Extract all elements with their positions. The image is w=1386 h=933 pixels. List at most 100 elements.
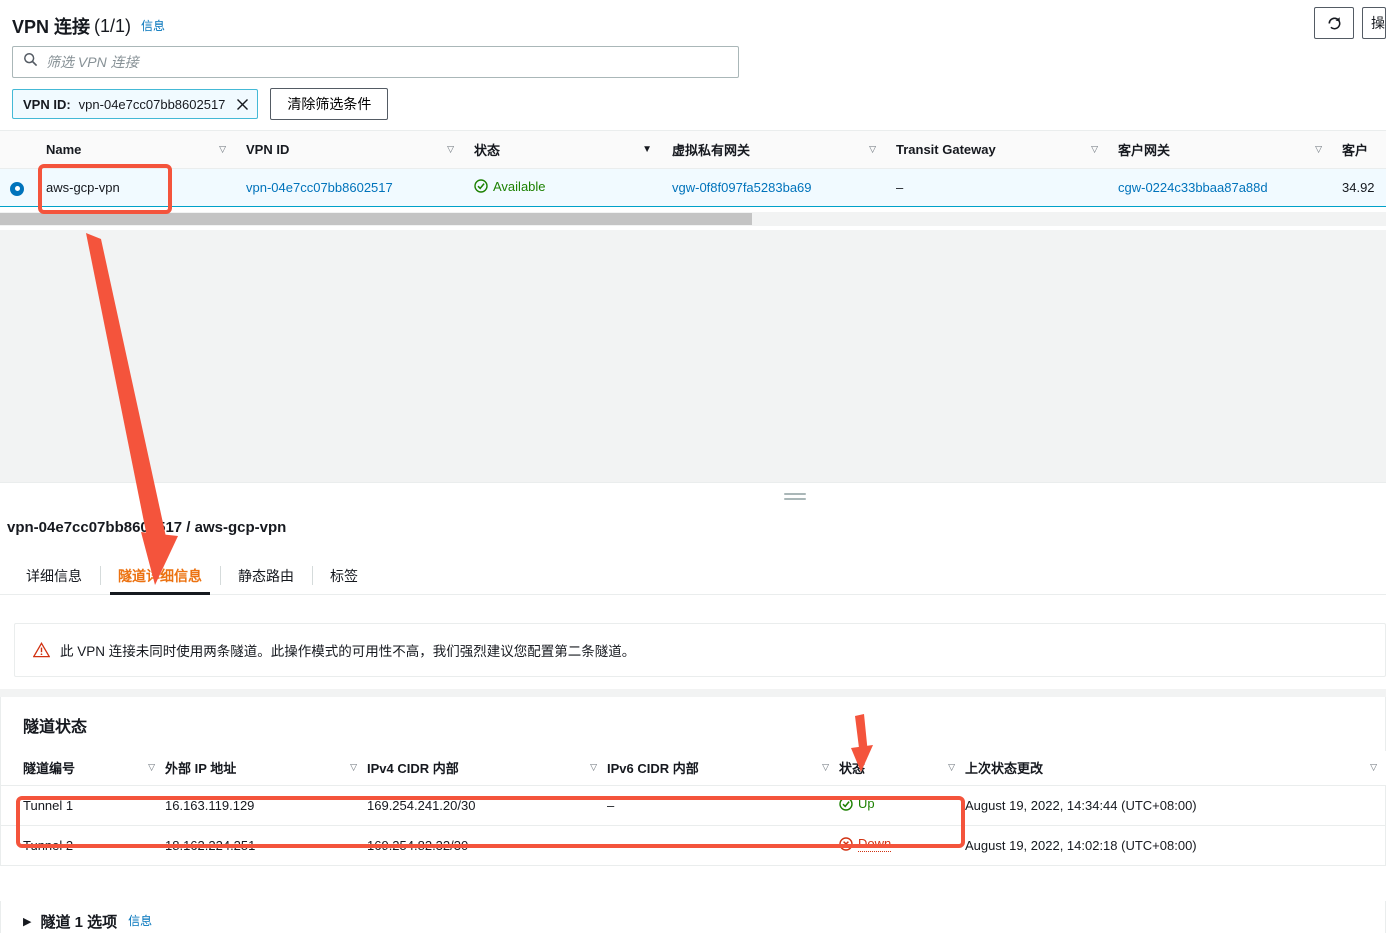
tab-static-routes[interactable]: 静态路由 xyxy=(220,557,312,594)
caret-right-icon[interactable]: ▶ xyxy=(23,915,31,928)
column-label: 虚拟私有网关 xyxy=(672,143,751,158)
search-input[interactable] xyxy=(46,47,738,77)
column-label: 隧道编号 xyxy=(23,761,76,777)
column-label: 状态 xyxy=(474,143,501,158)
sort-icon: ▽ xyxy=(350,762,357,773)
filter-token-vpn-id[interactable]: VPN ID: vpn-04e7cc07bb8602517 xyxy=(12,89,259,119)
cell-vgw: vgw-0f8f097fa5283ba69 xyxy=(662,168,886,207)
column-header-tgw[interactable]: Transit Gateway ▽ xyxy=(886,130,1108,169)
cell-ipv6-cidr: – xyxy=(607,785,839,826)
vgw-link[interactable]: vgw-0f8f097fa5283ba69 xyxy=(672,180,812,195)
status-badge-down[interactable]: Down xyxy=(839,836,892,852)
sort-icon: ▽ xyxy=(590,762,597,773)
tab-details[interactable]: 详细信息 xyxy=(8,557,100,594)
status-badge-up: Up xyxy=(839,796,875,811)
column-header-last-status-change[interactable]: 上次状态更改 ▽ xyxy=(965,751,1386,786)
sort-icon: ▽ xyxy=(219,144,226,154)
column-header-ipv6-cidr[interactable]: IPv6 CIDR 内部 ▽ xyxy=(607,751,839,786)
radio-selected-icon[interactable] xyxy=(10,181,24,196)
column-label: 状态 xyxy=(839,761,866,777)
cgw-link[interactable]: cgw-0224c33bbaa87a88d xyxy=(1118,180,1268,195)
cell-ipv4-cidr: 169.254.241.20/30 xyxy=(367,785,607,826)
sort-icon: ▽ xyxy=(447,144,454,154)
cell-last-status-change: August 19, 2022, 14:34:44 (UTC+08:00) xyxy=(965,785,1386,826)
column-header-vpn-id[interactable]: VPN ID ▽ xyxy=(236,130,464,169)
list-header: VPN 连接 (1/1) 信息 操 xyxy=(0,0,1386,40)
sort-icon: ▽ xyxy=(1370,762,1377,773)
tab-tags[interactable]: 标签 xyxy=(312,557,376,594)
tunnel-header-row: 隧道编号 ▽ 外部 IP 地址 ▽ IPv4 CIDR 内部 ▽ IPv6 CI… xyxy=(1,751,1386,786)
sort-icon: ▽ xyxy=(1315,144,1322,154)
column-header-vgw[interactable]: 虚拟私有网关 ▽ xyxy=(662,130,886,169)
cell-last-status-change: August 19, 2022, 14:02:18 (UTC+08:00) xyxy=(965,825,1386,866)
column-label: 客户 xyxy=(1342,143,1369,158)
horizontal-scrollbar[interactable] xyxy=(0,212,1386,226)
alert-text: 此 VPN 连接未同时使用两条隧道。此操作模式的可用性不高，我们强烈建议您配置第… xyxy=(60,644,636,659)
status-label: Down xyxy=(858,836,892,852)
sort-icon: ▽ xyxy=(948,762,955,773)
tab-tunnel-details[interactable]: 隧道详细信息 xyxy=(100,557,220,595)
empty-table-area xyxy=(0,230,1386,482)
column-header-cgw[interactable]: 客户网关 ▽ xyxy=(1108,130,1332,169)
sort-icon: ▽ xyxy=(148,762,155,773)
cell-outside-ip: 16.163.119.129 xyxy=(165,785,367,826)
refresh-icon xyxy=(1328,16,1340,29)
search-box[interactable] xyxy=(12,46,739,78)
sort-icon: ▽ xyxy=(1091,144,1098,154)
status-badge: Available xyxy=(474,179,546,194)
tunnel-warning-alert: 此 VPN 连接未同时使用两条隧道。此操作模式的可用性不高，我们强烈建议您配置第… xyxy=(14,623,1386,677)
actions-button[interactable]: 操 xyxy=(1362,7,1386,39)
sort-icon-active: ▼ xyxy=(642,144,652,155)
info-link[interactable]: 信息 xyxy=(128,912,152,929)
error-circle-icon xyxy=(839,837,853,851)
tunnel-section-title: 隧道状态 xyxy=(23,719,88,736)
cell-name: aws-gcp-vpn xyxy=(36,168,236,207)
vpc-vpn-connections-screen: VPN 连接 (1/1) 信息 操 筛选 VPN 连接 VPN ID: vpn-… xyxy=(0,0,1386,933)
section-divider xyxy=(0,689,1386,697)
cell-tunnel-number: Tunnel 2 xyxy=(1,825,165,866)
table-row[interactable]: Tunnel 2 18.162.224.251 169.254.82.32/30… xyxy=(1,825,1386,866)
close-icon[interactable] xyxy=(233,98,249,111)
cell-cgw-address: 34.92 xyxy=(1332,168,1386,207)
row-select-cell[interactable] xyxy=(0,168,36,207)
cell-cgw: cgw-0224c33bbaa87a88d xyxy=(1108,168,1332,207)
tunnel-options-expander[interactable]: ▶ 隧道 1 选项 信息 xyxy=(0,901,1386,933)
warning-icon xyxy=(33,642,50,658)
table-header-row: Name ▽ VPN ID ▽ 状态 ▼ 虚拟私有网关 ▽ Transit Ga… xyxy=(0,130,1386,169)
column-header-tunnel-number[interactable]: 隧道编号 ▽ xyxy=(1,751,165,786)
sort-icon: ▽ xyxy=(822,762,829,773)
refresh-button[interactable] xyxy=(1314,7,1354,39)
info-link[interactable]: 信息 xyxy=(141,17,165,34)
table-row[interactable]: Tunnel 1 16.163.119.129 169.254.241.20/3… xyxy=(1,785,1386,826)
scrollbar-thumb[interactable] xyxy=(0,213,752,225)
split-detail-panel: vpn-04e7cc07bb8602517 / aws-gcp-vpn 详细信息… xyxy=(0,482,1386,933)
column-header-ipv4-cidr[interactable]: IPv4 CIDR 内部 ▽ xyxy=(367,751,607,786)
column-header-tunnel-status[interactable]: 状态 ▽ xyxy=(839,751,965,786)
column-header-outside-ip[interactable]: 外部 IP 地址 ▽ xyxy=(165,751,367,786)
header-actions: 操 xyxy=(1314,7,1386,39)
column-header-name[interactable]: Name ▽ xyxy=(36,130,236,169)
status-label: Up xyxy=(858,796,875,812)
column-label: Name xyxy=(46,142,82,157)
column-header-cgw-address[interactable]: 客户 xyxy=(1332,130,1386,169)
table-row[interactable]: aws-gcp-vpn vpn-04e7cc07bb8602517 Availa… xyxy=(0,168,1386,207)
cell-tgw: – xyxy=(886,168,1108,207)
clear-filters-button[interactable]: 清除筛选条件 xyxy=(270,88,389,120)
filter-row xyxy=(0,40,1386,78)
column-label: IPv4 CIDR 内部 xyxy=(367,761,459,777)
filter-token-value: vpn-04e7cc07bb8602517 xyxy=(78,96,226,112)
active-filters-row: VPN ID: vpn-04e7cc07bb8602517 清除筛选条件 xyxy=(0,78,1386,120)
column-label: Transit Gateway xyxy=(896,142,996,157)
detail-tabs: 详细信息 隧道详细信息 静态路由 标签 xyxy=(0,557,1386,595)
tunnel-status-section: 隧道状态 隧道编号 ▽ 外部 IP 地址 ▽ IPv4 CIDR 内部 ▽ IP… xyxy=(0,697,1386,866)
cell-vpn-id: vpn-04e7cc07bb8602517 xyxy=(236,168,464,207)
vpn-connections-list-panel: VPN 连接 (1/1) 信息 操 筛选 VPN 连接 VPN ID: vpn-… xyxy=(0,0,1386,230)
cell-ipv4-cidr: 169.254.82.32/30 xyxy=(367,825,607,866)
check-circle-icon xyxy=(474,179,488,193)
cell-ipv6-cidr: – xyxy=(607,825,839,866)
column-header-state[interactable]: 状态 ▼ xyxy=(464,130,662,169)
panel-resize-handle[interactable] xyxy=(784,493,806,503)
vpn-id-link[interactable]: vpn-04e7cc07bb8602517 xyxy=(246,180,393,195)
page-title: VPN 连接 xyxy=(12,17,91,37)
cell-state: Available xyxy=(464,168,662,207)
